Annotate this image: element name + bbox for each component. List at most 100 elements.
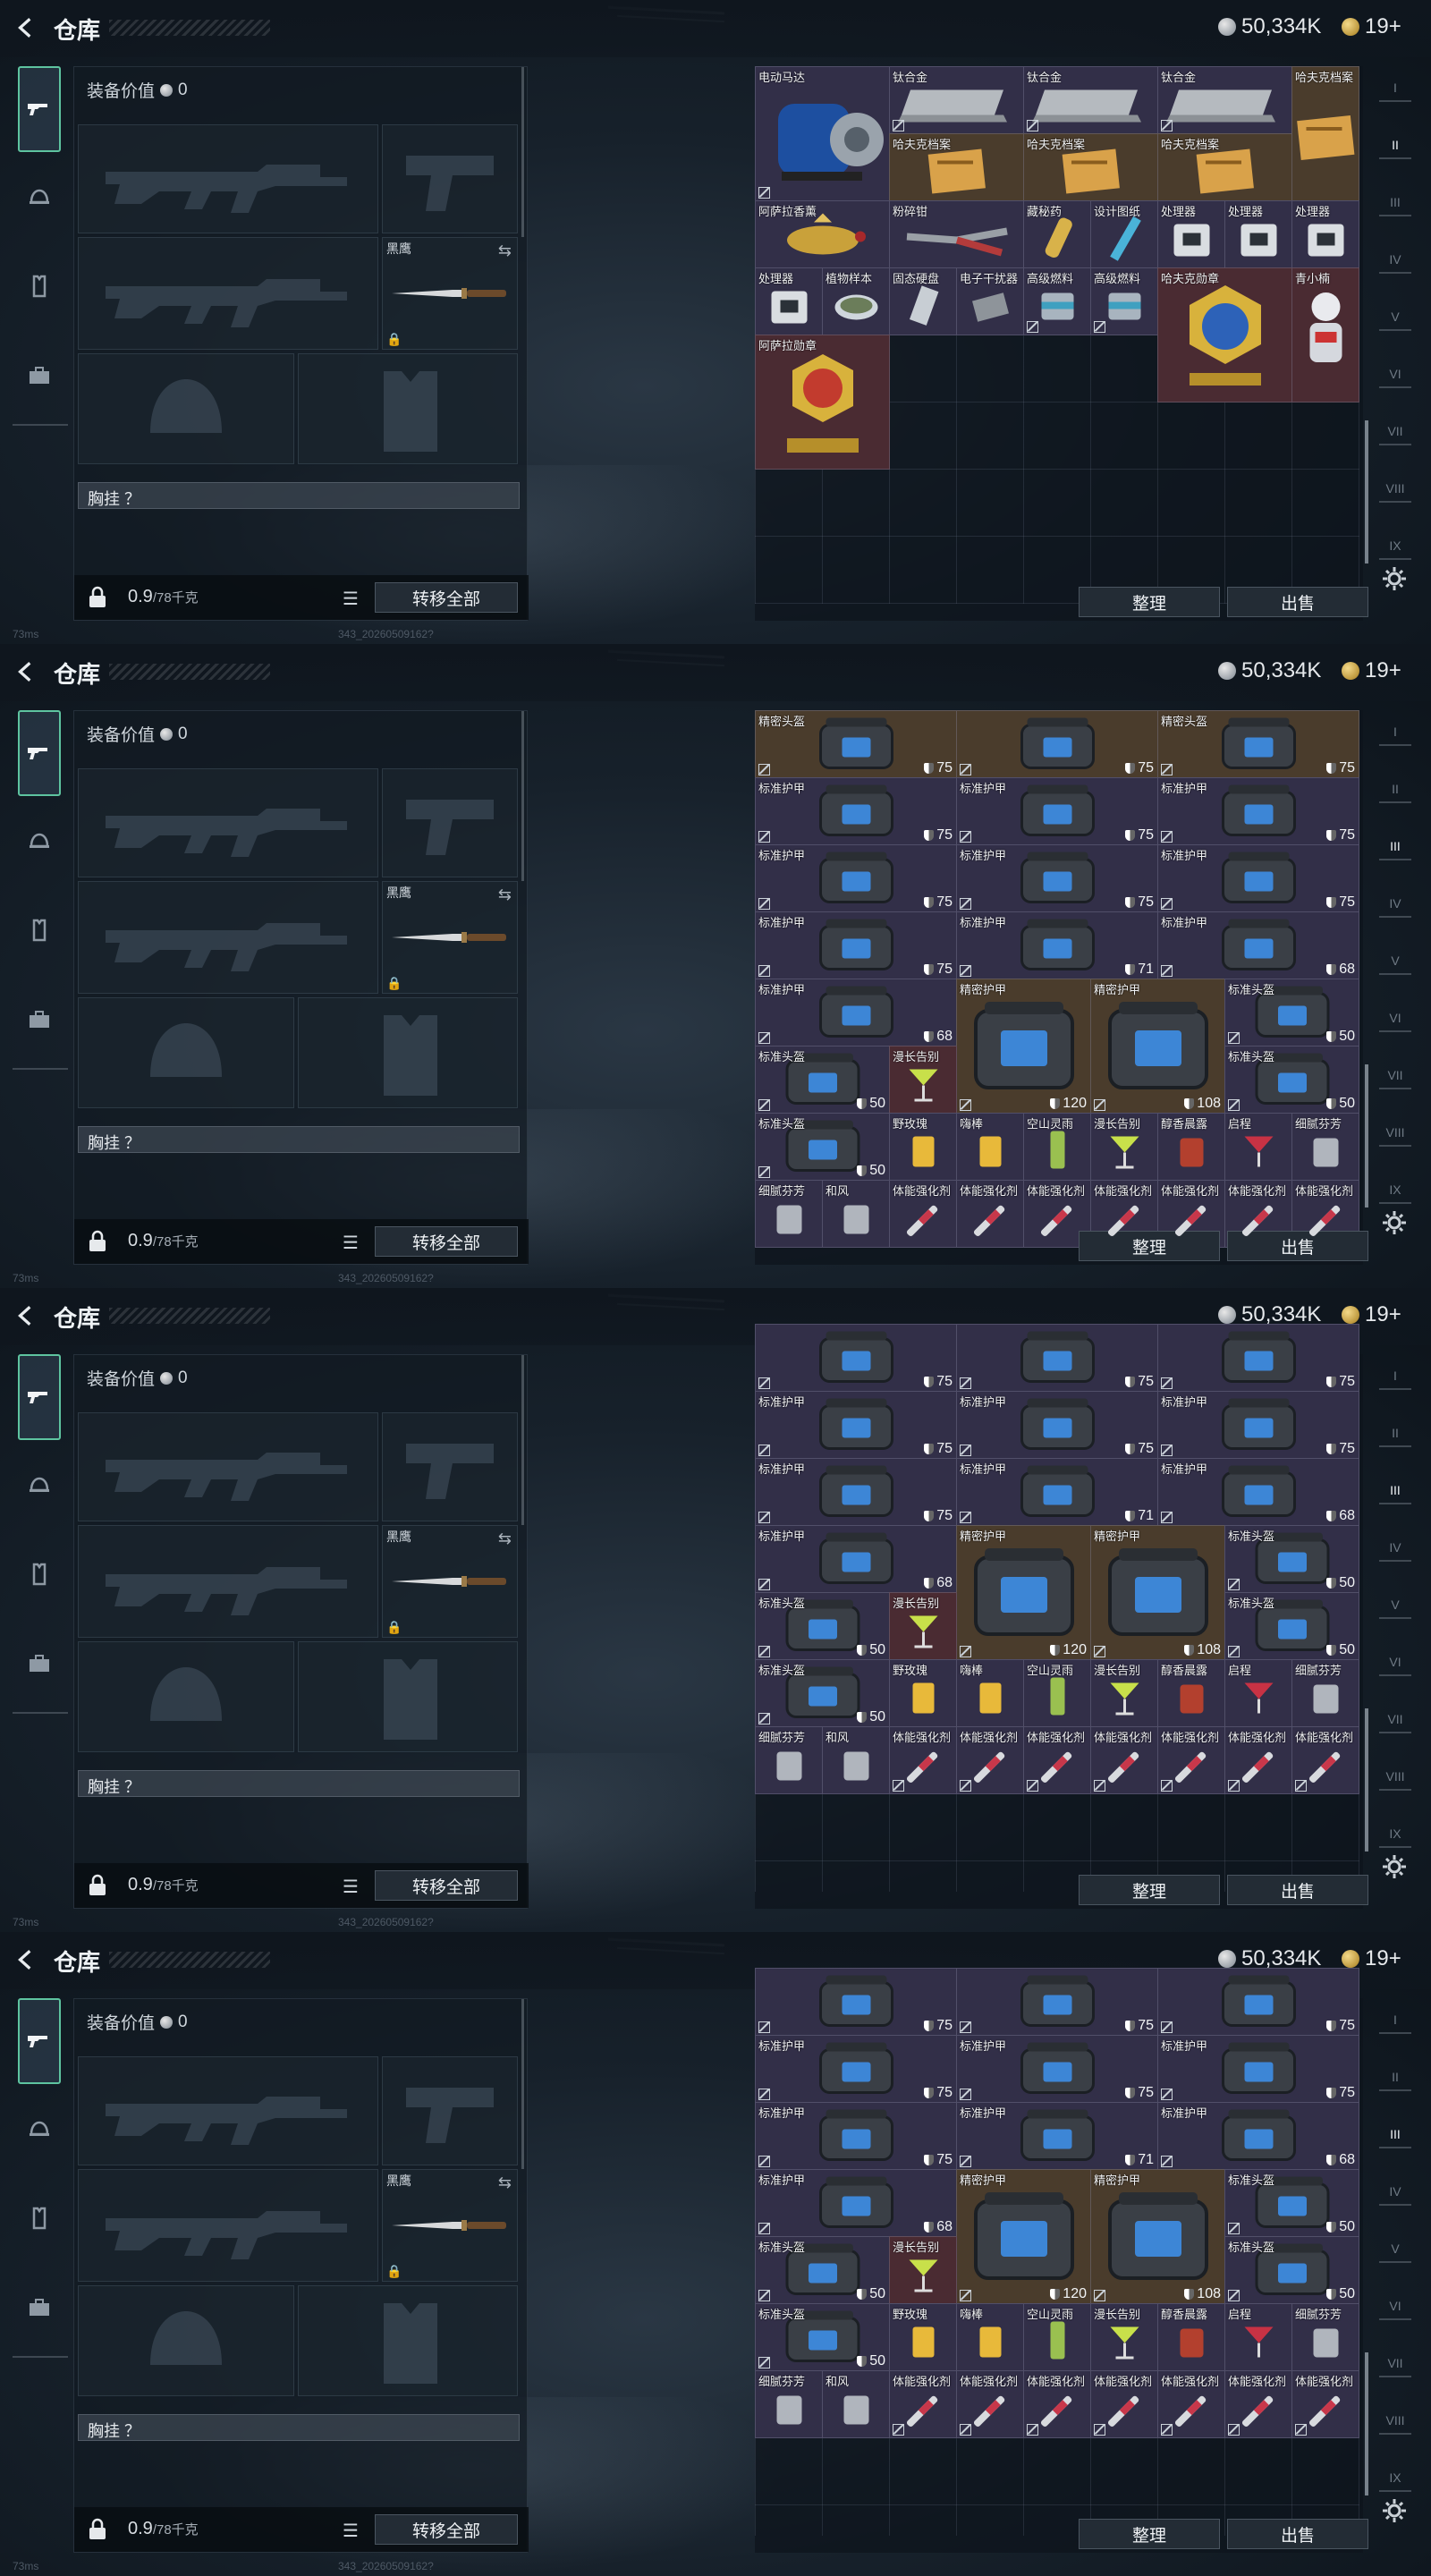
stash-item[interactable]: 标准头盔 50 (1224, 2236, 1359, 2304)
nav-armor-tab[interactable] (18, 265, 61, 308)
stash-item[interactable]: 漫长告别 (889, 1046, 957, 1114)
stash-item[interactable]: 75 (1157, 1968, 1359, 2036)
secondary-weapon-slot[interactable] (382, 124, 518, 233)
stash-item[interactable]: 体能强化剂 (1023, 1180, 1091, 1248)
stash-item[interactable]: 标准护甲 75 (755, 1391, 957, 1459)
stash-item[interactable]: 嗨棒 (956, 1659, 1024, 1727)
nav-armor-tab[interactable] (18, 1553, 61, 1596)
stash-item[interactable]: 体能强化剂 (1090, 1726, 1158, 1794)
stash-page-tab[interactable]: II (1379, 776, 1411, 803)
stash-item[interactable]: 启程 (1224, 1113, 1292, 1181)
stash-page-tab[interactable]: VII (1379, 1707, 1411, 1733)
primary-weapon-slot[interactable] (78, 2056, 378, 2165)
stash-item[interactable]: 体能强化剂 (956, 2370, 1024, 2438)
stash-item[interactable]: 植物样本 (822, 267, 890, 335)
stash-item[interactable]: 标准护甲 75 (956, 2035, 1158, 2103)
nav-helmet-tab[interactable] (18, 175, 61, 218)
stash-page-tab[interactable]: V (1379, 1592, 1411, 1619)
stash-item[interactable]: 体能强化剂 (1291, 2370, 1359, 2438)
stash-item[interactable]: 野玫瑰 (889, 1659, 957, 1727)
stash-item[interactable]: 精密头盔 75 (755, 710, 957, 778)
back-arrow-icon[interactable] (14, 660, 38, 683)
stash-item[interactable]: 体能强化剂 (889, 2370, 957, 2438)
stash-item[interactable]: 和风 (822, 1180, 890, 1248)
stash-item[interactable]: 野玫瑰 (889, 2303, 957, 2371)
nav-weapons-tab[interactable] (18, 1998, 61, 2084)
stash-item[interactable]: 嗨棒 (956, 2303, 1024, 2371)
stash-item[interactable]: 体能强化剂 (1090, 1180, 1158, 1248)
stash-item[interactable]: 标准护甲 71 (956, 2102, 1158, 2170)
stash-item[interactable]: 细腻芬芳 (755, 1726, 823, 1794)
stash-page-tab[interactable]: I (1379, 719, 1411, 746)
stash-item[interactable]: 标准头盔 50 (1224, 979, 1359, 1046)
stash-page-tab[interactable]: IV (1379, 2179, 1411, 2206)
stash-item[interactable]: 高级燃料 (1023, 267, 1091, 335)
stash-page-tab[interactable]: III (1379, 1478, 1411, 1504)
stash-item[interactable]: 钛合金 (889, 66, 1024, 134)
stash-item[interactable]: 75 (956, 710, 1158, 778)
stash-page-tab[interactable]: IX (1379, 1821, 1411, 1848)
stash-item[interactable]: 漫长告别 (889, 2236, 957, 2304)
stash-item[interactable]: 哈夫克档案 (889, 133, 1024, 201)
helmet-slot[interactable] (78, 2285, 294, 2396)
equipment-scrollbar[interactable] (521, 1355, 524, 1525)
stash-item[interactable]: 粉碎钳 (889, 200, 1024, 268)
stash-item[interactable]: 体能强化剂 (1291, 1180, 1359, 1248)
nav-helmet-tab[interactable] (18, 2107, 61, 2150)
secondary-rifle-slot[interactable] (78, 237, 378, 350)
chest-rig-slot[interactable]: 胸挂 ？ (78, 2414, 520, 2441)
nav-weapons-tab[interactable] (18, 710, 61, 796)
sort-button[interactable]: 整理 (1079, 1875, 1220, 1905)
stash-item[interactable]: 固态硬盘 (889, 267, 957, 335)
stash-page-tab[interactable]: III (1379, 2122, 1411, 2148)
stash-item[interactable]: 体能强化剂 (1090, 2370, 1158, 2438)
stash-item[interactable]: 精密护甲 108 (1090, 2169, 1225, 2304)
stash-page-tab[interactable]: III (1379, 190, 1411, 216)
stash-item[interactable]: 体能强化剂 (889, 1726, 957, 1794)
armor-slot[interactable] (298, 1641, 518, 1752)
transfer-all-button[interactable]: 转移全部 (375, 582, 518, 613)
stash-item[interactable]: 体能强化剂 (1157, 2370, 1225, 2438)
stash-item[interactable]: 漫长告别 (1090, 1113, 1158, 1181)
stash-item[interactable]: 阿萨拉勋章 (755, 335, 890, 470)
nav-backpack-tab[interactable] (18, 998, 61, 1041)
sell-button[interactable]: 出售 (1227, 2519, 1368, 2549)
stash-item[interactable]: 标准头盔 50 (755, 1113, 890, 1181)
stash-page-tab[interactable]: IX (1379, 2465, 1411, 2492)
stash-item[interactable]: 哈夫克档案 (1023, 133, 1158, 201)
chest-rig-slot[interactable]: 胸挂 ？ (78, 1770, 520, 1797)
stash-item[interactable]: 高级燃料 (1090, 267, 1158, 335)
stash-page-tab[interactable]: VI (1379, 361, 1411, 388)
stash-item[interactable]: 漫长告别 (1090, 2303, 1158, 2371)
stash-item[interactable]: 漫长告别 (1090, 1659, 1158, 1727)
stash-item[interactable]: 处理器 (1224, 200, 1292, 268)
stash-page-tab[interactable]: V (1379, 948, 1411, 975)
stash-page-tab[interactable]: III (1379, 834, 1411, 860)
stash-item[interactable]: 精密护甲 108 (1090, 1525, 1225, 1660)
stash-item[interactable]: 启程 (1224, 2303, 1292, 2371)
chest-rig-slot[interactable]: 胸挂 ？ (78, 1126, 520, 1153)
nav-helmet-tab[interactable] (18, 1463, 61, 1506)
stash-item[interactable]: 哈夫克勋章 (1157, 267, 1292, 402)
stash-item[interactable]: 标准护甲 75 (755, 2102, 957, 2170)
lock-icon[interactable] (87, 586, 108, 609)
stash-item[interactable]: 标准护甲 75 (755, 911, 957, 979)
list-icon[interactable]: ☰ (343, 1876, 359, 1898)
stash-item[interactable]: 细腻芬芳 (755, 1180, 823, 1248)
transfer-all-button[interactable]: 转移全部 (375, 2514, 518, 2545)
stash-item[interactable]: 75 (1157, 1324, 1359, 1392)
transfer-all-button[interactable]: 转移全部 (375, 1870, 518, 1901)
stash-item[interactable]: 细腻芬芳 (1291, 1113, 1359, 1181)
stash-item[interactable]: 标准护甲 71 (956, 1458, 1158, 1526)
stash-page-tab[interactable]: IV (1379, 891, 1411, 918)
settings-gear-icon[interactable] (1381, 1853, 1408, 1880)
swap-icon[interactable]: ⇆ (498, 2174, 512, 2192)
stash-item[interactable]: 细腻芬芳 (1291, 1659, 1359, 1727)
stash-item[interactable]: 细腻芬芳 (1291, 2303, 1359, 2371)
stash-item[interactable]: 处理器 (1291, 200, 1359, 268)
stash-item[interactable]: 和风 (822, 2370, 890, 2438)
nav-backpack-tab[interactable] (18, 354, 61, 397)
stash-page-tab[interactable]: IX (1379, 1177, 1411, 1204)
nav-backpack-tab[interactable] (18, 2286, 61, 2329)
stash-scrollbar[interactable] (1365, 1064, 1368, 1208)
